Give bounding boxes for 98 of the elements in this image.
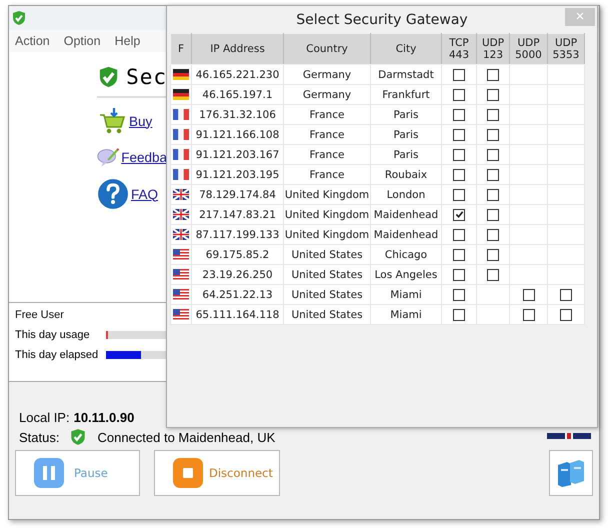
- ip-cell: 91.121.166.108: [192, 124, 284, 144]
- ip-cell: 69.175.85.2: [192, 244, 284, 264]
- meter-label: This day elapsed: [15, 349, 100, 361]
- city-cell: Miami: [370, 304, 442, 324]
- link[interactable]: FAQ: [131, 186, 158, 202]
- column-header[interactable]: UDP 123: [476, 34, 510, 64]
- checkbox[interactable]: [487, 128, 499, 141]
- account-type: Free User: [15, 309, 65, 321]
- country-cell: United States: [284, 264, 370, 284]
- country-cell: United Kingdom: [284, 204, 370, 224]
- checkbox[interactable]: [522, 308, 534, 321]
- shield-check-icon: [69, 428, 88, 446]
- country-cell: France: [284, 124, 370, 144]
- ip-cell: 91.121.203.195: [192, 164, 284, 184]
- country-cell: United States: [284, 284, 370, 304]
- city-cell: Paris: [370, 104, 442, 124]
- menu-item[interactable]: Help: [114, 34, 140, 48]
- city-cell: London: [370, 184, 442, 204]
- checkbox[interactable]: [453, 288, 465, 301]
- logo-text: Sec: [126, 65, 167, 89]
- checkbox[interactable]: [487, 228, 499, 241]
- city-cell: Frankfurt: [370, 84, 442, 104]
- checkbox[interactable]: [453, 108, 465, 121]
- city-cell: Chicago: [370, 244, 442, 264]
- ip-cell: 87.117.199.133: [192, 224, 284, 244]
- checkbox[interactable]: [522, 288, 534, 301]
- city-cell: Paris: [370, 124, 442, 144]
- checkbox[interactable]: [453, 68, 465, 81]
- field-label: Status:: [19, 430, 60, 444]
- ip-cell: 64.251.22.13: [192, 284, 284, 304]
- ip-cell: 176.31.32.106: [192, 104, 284, 124]
- dialog-title: Select Security Gateway: [296, 12, 468, 28]
- country-cell: France: [284, 164, 370, 184]
- column-header[interactable]: UDP 5000: [510, 34, 548, 64]
- checkbox[interactable]: [453, 268, 465, 281]
- servers-icon: [555, 457, 587, 489]
- link[interactable]: Feedba: [121, 150, 167, 164]
- checkbox[interactable]: [453, 228, 465, 241]
- checkbox[interactable]: [487, 248, 499, 261]
- country-cell: Germany: [284, 64, 370, 84]
- checkbox[interactable]: [487, 168, 499, 181]
- checkbox[interactable]: [560, 288, 572, 301]
- ip-cell: 23.19.26.250: [192, 264, 284, 284]
- cart-icon: [97, 106, 127, 136]
- checkbox[interactable]: [487, 108, 499, 121]
- checkbox[interactable]: [453, 208, 465, 221]
- city-cell: Maidenhead: [370, 204, 442, 224]
- country-cell: France: [284, 104, 370, 124]
- pause-icon: [34, 458, 64, 488]
- country-cell: France: [284, 144, 370, 164]
- stop-icon: [173, 458, 203, 488]
- link[interactable]: Buy: [129, 114, 152, 128]
- checkbox[interactable]: [560, 308, 572, 321]
- checkbox[interactable]: [453, 88, 465, 101]
- city-cell: Los Angeles: [370, 264, 442, 284]
- column-header[interactable]: City: [370, 34, 442, 64]
- checkbox[interactable]: [453, 188, 465, 201]
- menu-item[interactable]: Action: [15, 34, 50, 48]
- country-cell: United States: [284, 304, 370, 324]
- help-icon: [97, 178, 129, 210]
- local-ip: 10.11.0.90: [74, 410, 134, 425]
- checkbox[interactable]: [487, 68, 499, 81]
- servers-button[interactable]: [549, 450, 593, 496]
- checkbox[interactable]: [487, 88, 499, 101]
- menu-item[interactable]: Option: [64, 34, 101, 48]
- country-cell: United Kingdom: [284, 224, 370, 244]
- column-header[interactable]: IP Address: [192, 34, 284, 64]
- column-header[interactable]: F: [170, 34, 192, 64]
- checkbox[interactable]: [487, 188, 499, 201]
- city-cell: Darmstadt: [370, 64, 442, 84]
- checkbox[interactable]: [453, 308, 465, 321]
- status-text: Connected to Maidenhead, UK: [97, 430, 276, 444]
- city-cell: Paris: [370, 144, 442, 164]
- ip-cell: 217.147.83.21: [192, 204, 284, 224]
- column-header[interactable]: Country: [284, 34, 370, 64]
- checkbox[interactable]: [487, 208, 499, 221]
- ip-cell: 65.111.164.118: [192, 304, 284, 324]
- field-label: Local IP:: [19, 410, 70, 425]
- country-cell: Germany: [284, 84, 370, 104]
- checkbox[interactable]: [453, 248, 465, 261]
- ip-cell: 46.165.221.230: [192, 64, 284, 84]
- meter-label: This day usage: [15, 329, 91, 341]
- checkbox[interactable]: [453, 168, 465, 181]
- shield-check-icon: [11, 10, 27, 26]
- checkbox[interactable]: [487, 148, 499, 161]
- checkbox[interactable]: [487, 268, 499, 281]
- ip-cell: 91.121.203.167: [192, 144, 284, 164]
- country-cell: United Kingdom: [284, 184, 370, 204]
- ip-cell: 46.165.197.1: [192, 84, 284, 104]
- column-header[interactable]: UDP 5353: [548, 34, 584, 64]
- country-cell: United States: [284, 244, 370, 264]
- ip-cell: 78.129.174.84: [192, 184, 284, 204]
- city-cell: Maidenhead: [370, 224, 442, 244]
- city-cell: Roubaix: [370, 164, 442, 184]
- column-header[interactable]: TCP 443: [442, 34, 476, 64]
- city-cell: Miami: [370, 284, 442, 304]
- checkbox[interactable]: [453, 148, 465, 161]
- checkbox[interactable]: [453, 128, 465, 141]
